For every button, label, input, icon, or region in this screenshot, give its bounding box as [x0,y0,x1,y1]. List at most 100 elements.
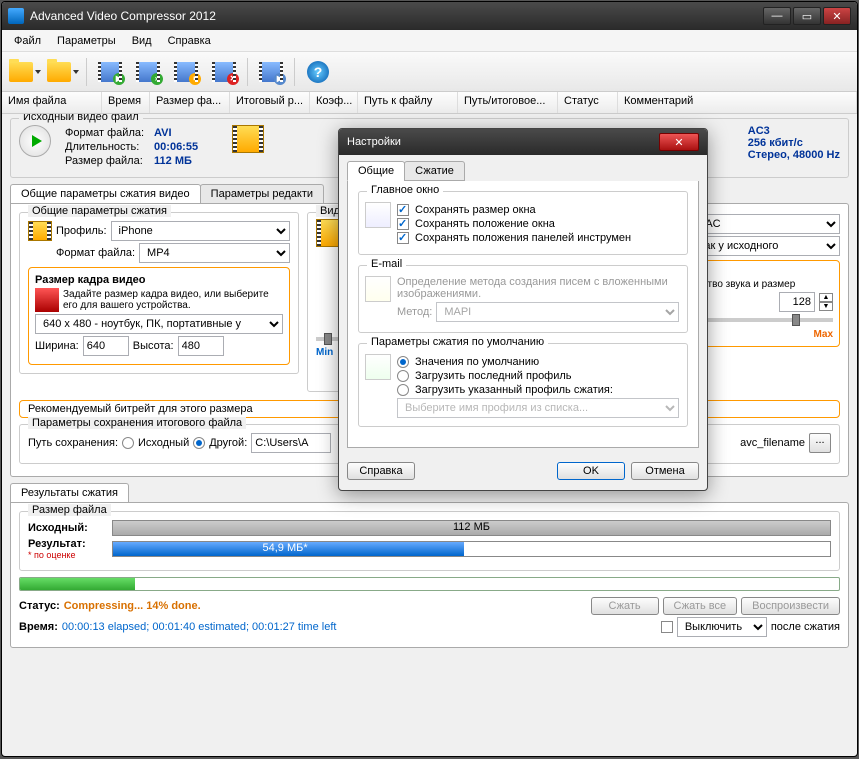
col-time[interactable]: Время [102,92,150,113]
max-label: Max [814,329,833,340]
audio-codec-select[interactable]: AAC [690,214,840,234]
video-thumb-icon [232,125,264,153]
col-path[interactable]: Путь к файлу [358,92,458,113]
format-select[interactable]: MP4 [139,243,290,263]
tab-results[interactable]: Результаты сжатия [10,483,129,502]
col-result[interactable]: Итоговый р... [230,92,310,113]
minimize-button[interactable]: — [763,7,791,25]
email-group: E-mail Определение метода создания писем… [358,265,688,333]
col-size[interactable]: Размер фа... [150,92,230,113]
envelope-icon [365,276,391,302]
tab-edit-params[interactable]: Параметры редакти [200,184,324,203]
progress-bar [19,577,840,591]
frame-size-group: Размер кадра видео Задайте размер кадра … [28,267,290,365]
mainwindow-group: Главное окно Сохранять размер окна Сохра… [358,191,688,255]
defaults-group: Параметры сжатия по умолчанию Значения п… [358,343,688,427]
radio-other-path[interactable] [193,437,205,449]
window-icon [365,202,391,228]
separator [86,58,87,86]
profile-select[interactable]: iPhone [111,221,290,241]
window-title: Advanced Video Compressor 2012 [30,9,763,23]
dialog-titlebar[interactable]: Настройки ✕ [339,129,707,155]
pause-button[interactable]: ⏸ [169,55,203,89]
compress-btn[interactable]: Сжать [591,597,659,615]
menu-file[interactable]: Файл [6,33,49,49]
open-file-button[interactable] [8,55,42,89]
filesize-group: Размер файла Исходный: 112 МБ Результат:… [19,511,840,571]
save-path-input[interactable] [251,433,331,453]
audio-bitrate: 256 кбит/с [748,137,840,149]
radio-last-profile[interactable] [397,370,409,382]
results-page: Размер файла Исходный: 112 МБ Результат:… [10,502,849,648]
spin-up[interactable]: ▲ [819,293,833,302]
play-icon [19,125,51,157]
spin-down[interactable]: ▼ [819,302,833,311]
source-group-title: Исходный видео файл [19,114,143,123]
menu-params[interactable]: Параметры [49,33,124,49]
time-text: 00:00:13 elapsed; 00:01:40 estimated; 00… [62,621,337,633]
width-input[interactable] [83,336,129,356]
shutdown-select[interactable]: Выключить [677,617,767,637]
chk-save-pos[interactable] [397,218,409,230]
dialog-ok-button[interactable]: OK [557,462,625,480]
audio-bitrate-input[interactable] [779,292,815,312]
chk-save-size[interactable] [397,204,409,216]
tab-compression-params[interactable]: Общие параметры сжатия видео [10,184,201,203]
source-size: 112 МБ [150,155,202,167]
close-button[interactable]: ✕ [823,7,851,25]
menubar: Файл Параметры Вид Справка [2,30,857,52]
height-input[interactable] [178,336,224,356]
open-folder-button[interactable] [46,55,80,89]
separator [294,58,295,86]
email-method-select: MAPI [436,302,679,322]
dialog-title: Настройки [347,136,401,148]
toolbar: ▶ » ⏸ ✕ ▶ ? [2,52,857,92]
menu-view[interactable]: Вид [124,33,160,49]
general-params-group: Общие параметры сжатия Профиль: iPhone Ф… [19,212,299,374]
stop-button[interactable]: ✕ [207,55,241,89]
dialog-help-button[interactable]: Справка [347,462,415,480]
source-format: AVI [150,127,202,139]
source-duration: 00:06:55 [150,141,202,153]
audio-codec: AC3 [748,125,840,137]
col-ratio[interactable]: Коэф... [310,92,358,113]
radio-defaults[interactable] [397,356,409,368]
play-result-btn[interactable]: Воспроизвести [741,597,840,615]
chk-save-panels[interactable] [397,232,409,244]
maximize-button[interactable]: ▭ [793,7,821,25]
browse-button[interactable]: ... [809,433,831,453]
menu-help[interactable]: Справка [160,33,219,49]
app-icon [8,8,24,24]
radio-source-path[interactable] [122,437,134,449]
dialog-cancel-button[interactable]: Отмена [631,462,699,480]
titlebar[interactable]: Advanced Video Compressor 2012 — ▭ ✕ [2,2,857,30]
tab-compression[interactable]: Сжатие [404,161,465,181]
separator [247,58,248,86]
audio-mode-select[interactable]: Как у исходного [690,236,840,256]
dialog-close-button[interactable]: ✕ [659,133,699,151]
document-icon [365,354,391,380]
col-filename[interactable]: Имя файла [2,92,102,113]
profile-list-select: Выберите имя профиля из списка... [397,398,679,418]
profile-icon [28,221,52,241]
source-info: Формат файла:AVI Длительность:00:06:55 Р… [59,125,204,169]
status-text: Compressing... 14% done. [64,600,201,612]
compress-button[interactable]: ▶ [93,55,127,89]
column-headers: Имя файла Время Размер фа... Итоговый р.… [2,92,857,114]
col-outpath[interactable]: Путь/итоговое... [458,92,558,113]
frame-preset-select[interactable]: 640 x 480 - ноутбук, ПК, портативные у [35,314,283,334]
shutdown-check[interactable] [661,621,673,633]
play-button[interactable]: ▶ [254,55,288,89]
compress-all-btn[interactable]: Сжать все [663,597,738,615]
audio-mode: Стерео, 48000 Hz [748,149,840,161]
col-comment[interactable]: Комментарий [618,92,857,113]
settings-dialog: Настройки ✕ Общие Сжатие Главное окно Со… [338,128,708,491]
help-button[interactable]: ? [301,55,335,89]
result-size-value: 54,9 МБ* [263,542,308,554]
tab-general[interactable]: Общие [347,161,405,181]
source-size-value: 112 МБ [453,521,490,533]
radio-custom-profile[interactable] [397,384,409,396]
col-status[interactable]: Статус [558,92,618,113]
resize-icon [35,288,59,312]
compress-all-button[interactable]: » [131,55,165,89]
